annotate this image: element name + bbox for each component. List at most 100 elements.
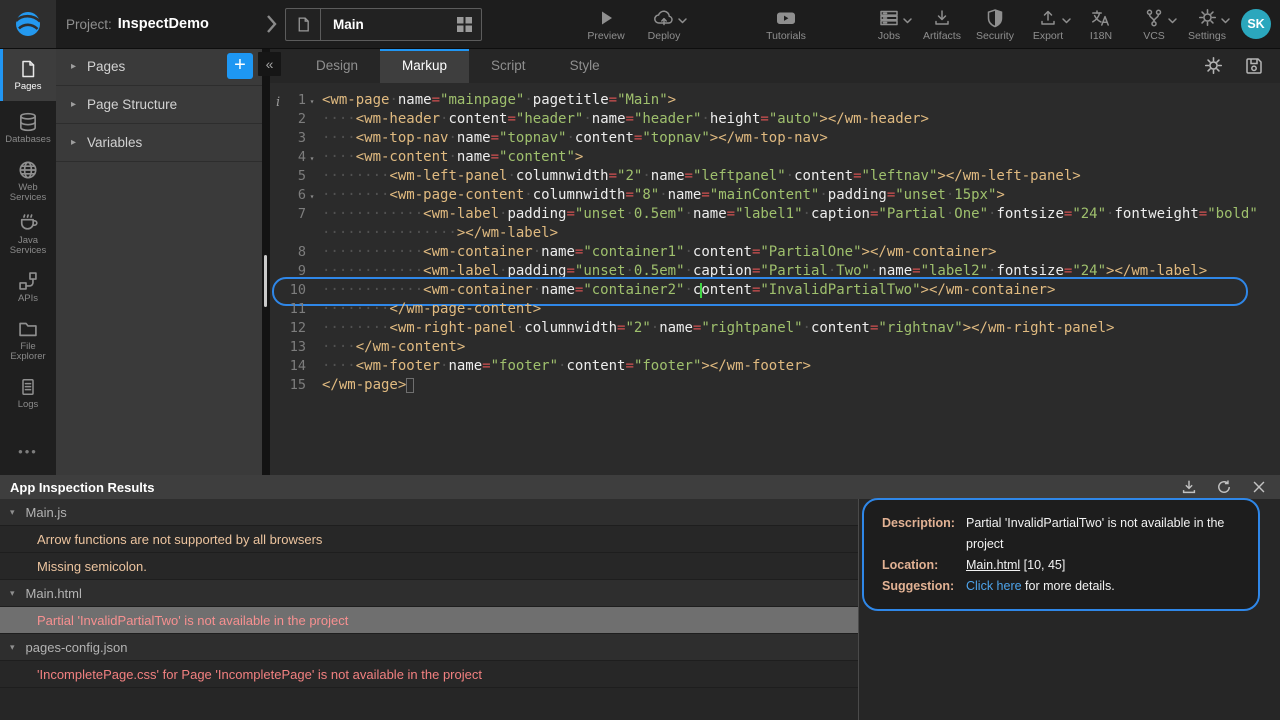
click-here-link[interactable]: Click here [966,579,1022,593]
youtube-icon [775,6,797,29]
sidebar-item-java-services[interactable]: Java Services [0,207,56,260]
code-line[interactable]: 6▾········<wm-page-content·columnwidth="… [270,186,1280,205]
fold-gutter [306,300,318,319]
editor-tab-style[interactable]: Style [548,48,622,83]
sidebar-item-logs[interactable]: Logs [0,366,56,419]
editor-tab-design[interactable]: Design [294,48,380,83]
sidebar-item-databases[interactable]: Databases [0,101,56,154]
refresh-icon[interactable] [1215,478,1233,496]
location-file-link[interactable]: Main.html [966,558,1020,572]
collapse-triangle-icon[interactable]: ▾ [10,642,15,653]
grid-view-icon[interactable] [447,9,481,40]
code-area[interactable]: i 1▾<wm-page·name="mainpage"·pagetitle="… [270,83,1280,475]
collapse-triangle-icon[interactable]: ▾ [10,588,15,599]
suggestion-rest: for more details. [1022,579,1115,593]
toolbar-jobs-button[interactable]: Jobs [868,0,910,48]
sidebar-item-apis[interactable]: APIs [0,260,56,313]
inspection-result-row[interactable]: Arrow functions are not supported by all… [0,526,858,553]
location-position: [10, 45] [1020,558,1065,572]
location-label: Location: [882,555,966,576]
toolbar-label: VCS [1143,30,1165,42]
toolbar-artifacts-button[interactable]: Artifacts [921,0,963,48]
inspection-group-pages-config-json[interactable]: ▾pages-config.json [0,634,858,661]
wavemaker-logo[interactable] [0,0,56,48]
description-value: Partial 'InvalidPartialTwo' is not avail… [966,513,1240,555]
toolbar-settings-button[interactable]: Settings [1186,0,1228,48]
code-line[interactable]: 11········</wm-page-content> [270,300,1280,319]
inspection-group-main-html[interactable]: ▾Main.html [0,580,858,607]
sidebar-item-pages[interactable]: Pages [0,48,56,101]
save-markup-icon[interactable] [1244,55,1264,76]
more-icon[interactable]: ••• [0,444,56,459]
fold-gutter [306,338,318,357]
editor-tab-markup[interactable]: Markup [380,48,469,83]
code-line[interactable]: 14····<wm-footer·name="footer"·content="… [270,357,1280,376]
code-line[interactable]: 8············<wm-container·name="contain… [270,243,1280,262]
toolbar-tutorials-button[interactable]: Tutorials [765,0,807,48]
page-tab-main[interactable]: Main [285,8,482,41]
panel-section-label: Pages [87,59,125,74]
collapse-panel-button[interactable]: « [258,52,281,76]
fold-arrow-icon[interactable]: ▾ [306,148,318,167]
sidebar-item-label: Databases [5,135,50,145]
code-text: ············<wm-container·name="containe… [318,281,1055,300]
panel-scrollbar-track[interactable] [262,48,270,475]
fold-arrow-icon[interactable]: ▾ [306,91,318,110]
expand-arrow-icon[interactable]: ▸ [71,99,76,110]
code-line[interactable]: 13····</wm-content> [270,338,1280,357]
inspection-result-row[interactable]: Partial 'InvalidPartialTwo' is not avail… [0,607,858,634]
editor-tab-script[interactable]: Script [469,48,548,83]
code-line[interactable]: 12········<wm-right-panel·columnwidth="2… [270,319,1280,338]
sidebar-item-web-services[interactable]: Web Services [0,154,56,207]
location-value: Main.html [10, 45] [966,555,1065,576]
download-report-icon[interactable] [1180,478,1198,496]
sidebar-item-file-explorer[interactable]: File Explorer [0,313,56,366]
code-line[interactable]: 9············<wm-label·padding="unset·0.… [270,262,1280,281]
code-line[interactable]: 7············<wm-label·padding="unset·0.… [270,205,1280,224]
code-line[interactable]: 4▾····<wm-content·name="content"> [270,148,1280,167]
close-panel-icon[interactable] [1250,478,1268,496]
code-line[interactable]: 5········<wm-left-panel·columnwidth="2"·… [270,167,1280,186]
code-line[interactable]: 1▾<wm-page·name="mainpage"·pagetitle="Ma… [270,91,1280,110]
editor-tab-bar: DesignMarkupScriptStyle [270,48,1280,83]
fold-gutter [306,243,318,262]
fold-arrow-icon[interactable]: ▾ [306,186,318,205]
panel-scrollbar-thumb[interactable] [264,255,267,307]
code-line[interactable]: 2····<wm-header·content="header"·name="h… [270,110,1280,129]
chevron-right-icon[interactable] [261,13,281,35]
expand-arrow-icon[interactable]: ▸ [71,61,76,72]
toolbar-preview-button[interactable]: Preview [585,0,627,48]
markup-settings-gear-icon[interactable] [1203,55,1224,76]
expand-arrow-icon[interactable]: ▸ [71,137,76,148]
toolbar-export-button[interactable]: Export [1027,0,1069,48]
code-line[interactable]: 15</wm-page> [270,376,1280,395]
collapse-triangle-icon[interactable]: ▾ [10,507,15,518]
toolbar-center-group: Preview Deploy Tutorials [585,0,807,48]
line-number: 5 [270,167,306,186]
panel-section-variables[interactable]: ▸Variables [56,124,262,162]
panel-section-pages[interactable]: ▸ Pages + [56,48,262,86]
database-icon [17,111,39,133]
logs-icon [18,376,38,398]
code-line[interactable]: ················></wm-label> [270,224,1280,243]
toolbar-security-button[interactable]: Security [974,0,1016,48]
inspection-result-row[interactable]: Missing semicolon. [0,553,858,580]
code-line[interactable]: 3····<wm-top-nav·name="topnav"·content="… [270,129,1280,148]
sidebar-item-label: Web Services [3,183,53,203]
add-page-button[interactable]: + [227,53,253,79]
panel-section-page-structure[interactable]: ▸Page Structure [56,86,262,124]
user-avatar[interactable]: SK [1241,9,1271,39]
toolbar-vcs-button[interactable]: VCS [1133,0,1175,48]
inspection-result-row[interactable]: 'IncompletePage.css' for Page 'Incomplet… [0,661,858,688]
cloud-upload-icon [652,6,676,29]
inspection-group-main-js[interactable]: ▾Main.js [0,499,858,526]
toolbar-deploy-button[interactable]: Deploy [643,0,685,48]
file-explorer-icon [17,318,39,340]
code-text: ············<wm-label·padding="unset·0.5… [318,262,1207,281]
inspection-results-list: ▾Main.jsArrow functions are not supporte… [0,499,859,720]
toolbar-i18n-button[interactable]: I18N [1080,0,1122,48]
fold-gutter [306,319,318,338]
code-text: ····</wm-content> [318,338,465,357]
web-services-icon [17,159,39,181]
code-line-highlighted[interactable]: 10············<wm-container·name="contai… [270,281,1280,300]
